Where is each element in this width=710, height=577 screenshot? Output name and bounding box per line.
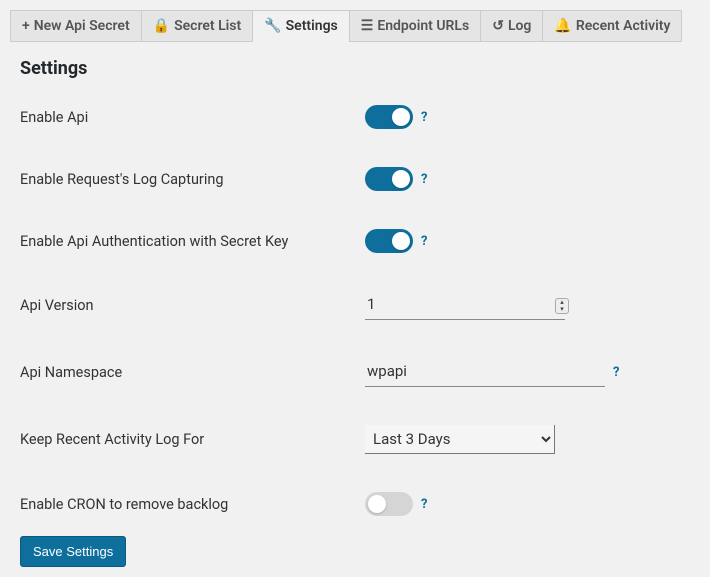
row-api-namespace: Api Namespace ? — [20, 358, 690, 387]
row-enable-auth: Enable Api Authentication with Secret Ke… — [20, 229, 690, 253]
label-keep-log: Keep Recent Activity Log For — [20, 431, 365, 448]
tab-new-api-secret[interactable]: + New Api Secret — [10, 10, 142, 42]
plus-icon: + — [22, 19, 30, 33]
api-namespace-input[interactable] — [365, 358, 605, 387]
toggle-enable-auth[interactable] — [365, 229, 413, 253]
save-settings-button[interactable]: Save Settings — [20, 536, 126, 567]
list-icon: ☰ — [361, 19, 374, 33]
bell-icon: 🔔 — [554, 19, 571, 33]
help-icon[interactable]: ? — [421, 172, 427, 187]
tab-settings[interactable]: 🔧 Settings — [252, 10, 350, 42]
tab-label: Recent Activity — [576, 18, 671, 34]
tab-recent-activity[interactable]: 🔔 Recent Activity — [542, 10, 682, 42]
help-icon[interactable]: ? — [421, 110, 427, 125]
tab-label: New Api Secret — [34, 18, 130, 34]
number-stepper[interactable]: ▴ ▾ — [555, 298, 569, 314]
wrench-icon: 🔧 — [264, 19, 281, 33]
toggle-enable-api[interactable] — [365, 105, 413, 129]
row-enable-log: Enable Request's Log Capturing ? — [20, 167, 690, 191]
api-version-input[interactable] — [365, 291, 565, 320]
label-enable-api: Enable Api — [20, 109, 365, 126]
chevron-down-icon[interactable]: ▾ — [556, 306, 568, 313]
tab-bar: + New Api Secret 🔒 Secret List 🔧 Setting… — [10, 10, 700, 42]
label-api-version: Api Version — [20, 297, 365, 314]
row-enable-cron: Enable CRON to remove backlog ? — [20, 492, 690, 516]
tab-log[interactable]: ↺ Log — [480, 10, 543, 42]
label-api-namespace: Api Namespace — [20, 364, 365, 381]
row-api-version: Api Version ▴ ▾ — [20, 291, 690, 320]
keep-log-select[interactable]: Last 3 Days — [365, 425, 555, 454]
row-enable-api: Enable Api ? — [20, 105, 690, 129]
help-icon[interactable]: ? — [421, 497, 427, 512]
tab-label: Settings — [286, 18, 338, 34]
tab-label: Log — [508, 18, 531, 34]
help-icon[interactable]: ? — [613, 365, 619, 380]
label-enable-auth: Enable Api Authentication with Secret Ke… — [20, 233, 365, 250]
toggle-enable-cron[interactable] — [365, 492, 413, 516]
lock-icon: 🔒 — [153, 19, 170, 33]
tab-label: Secret List — [174, 18, 241, 34]
label-enable-log: Enable Request's Log Capturing — [20, 171, 365, 188]
tab-endpoint-urls[interactable]: ☰ Endpoint URLs — [349, 10, 481, 42]
tab-label: Endpoint URLs — [377, 18, 469, 34]
row-keep-log: Keep Recent Activity Log For Last 3 Days — [20, 425, 690, 454]
label-enable-cron: Enable CRON to remove backlog — [20, 496, 365, 513]
help-icon[interactable]: ? — [421, 234, 427, 249]
page-title: Settings — [20, 58, 690, 79]
tab-secret-list[interactable]: 🔒 Secret List — [141, 10, 254, 42]
history-icon: ↺ — [492, 19, 504, 33]
toggle-enable-log[interactable] — [365, 167, 413, 191]
settings-panel: Settings Enable Api ? Enable Request's L… — [10, 42, 700, 577]
